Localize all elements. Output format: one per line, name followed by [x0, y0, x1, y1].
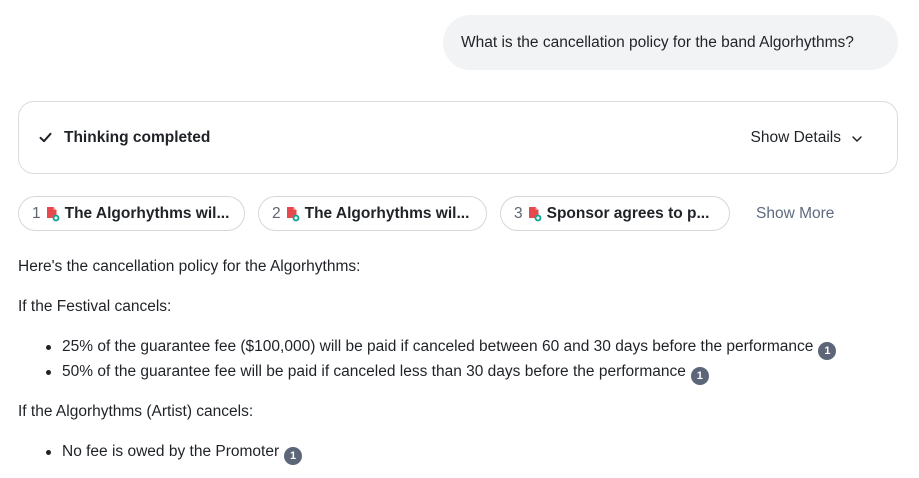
citation-badge[interactable]: 1 [818, 342, 837, 360]
user-message-bubble: What is the cancellation policy for the … [443, 15, 898, 70]
answer-intro: Here's the cancellation policy for the A… [18, 258, 361, 275]
thinking-panel: Thinking completed Show Details [18, 101, 898, 174]
chevron-down-icon [851, 132, 863, 144]
citation-chip-1[interactable]: 1 The Algorhythms wil... [18, 196, 245, 231]
citation-badge[interactable]: 1 [284, 447, 303, 465]
citation-chip-3[interactable]: 3 Sponsor agrees to p... [500, 196, 730, 231]
citation-chip-2[interactable]: 2 The Algorhythms wil... [258, 196, 487, 231]
list-item-text: 50% of the guarantee fee will be paid if… [62, 363, 686, 380]
pdf-file-icon [46, 206, 60, 222]
thinking-status: Thinking completed [39, 129, 210, 147]
pdf-file-icon [528, 206, 542, 222]
festival-cancel-list: 25% of the guarantee fee ($100,000) will… [18, 337, 837, 387]
festival-heading: If the Festival cancels: [18, 298, 172, 315]
list-item: 50% of the guarantee fee will be paid if… [18, 362, 836, 387]
thinking-status-label: Thinking completed [64, 128, 211, 146]
citation-badge[interactable]: 1 [690, 367, 709, 385]
artist-heading: If the Algorhythms (Artist) cancels: [18, 403, 254, 420]
list-item: No fee is owed by the Promoter 1 [18, 442, 303, 467]
list-item: 25% of the guarantee fee ($100,000) will… [18, 337, 837, 362]
pdf-file-icon [286, 206, 300, 222]
citation-number: 3 [514, 204, 523, 222]
show-details-button[interactable]: Show Details [751, 129, 863, 147]
citation-number: 1 [32, 204, 41, 222]
list-item-text: 25% of the guarantee fee ($100,000) will… [62, 338, 814, 355]
citation-title: The Algorhythms wil... [304, 204, 470, 222]
user-message-text: What is the cancellation policy for the … [461, 33, 854, 51]
citation-title: The Algorhythms wil... [64, 204, 230, 222]
citation-chips: 1 The Algorhythms wil... 2 The Algorhyth… [18, 196, 834, 231]
check-icon [39, 131, 52, 144]
citation-number: 2 [272, 204, 281, 222]
artist-cancel-list: No fee is owed by the Promoter 1 [18, 442, 303, 467]
citation-title: Sponsor agrees to p... [546, 204, 710, 222]
list-item-text: No fee is owed by the Promoter [62, 443, 280, 460]
show-more-link[interactable]: Show More [756, 205, 834, 223]
show-details-label: Show Details [750, 128, 841, 146]
